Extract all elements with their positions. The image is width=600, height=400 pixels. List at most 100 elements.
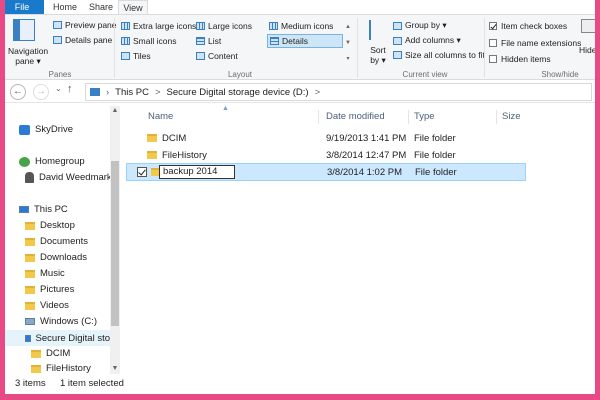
file-name-extensions-checkbox[interactable] <box>489 39 497 47</box>
forward-arrow-icon: → <box>36 86 46 97</box>
nav-item-label: FileHistory <box>46 363 91 374</box>
scroll-down-icon[interactable]: ▼ <box>110 364 120 374</box>
folder-icon <box>31 364 41 373</box>
add-columns-label: Add columns ▾ <box>405 35 461 45</box>
column-header-size[interactable]: Size <box>502 111 520 122</box>
column-divider[interactable] <box>318 110 319 124</box>
small-icons-button[interactable]: Small icons <box>121 36 176 46</box>
group-by-label: Group by ▾ <box>405 20 447 30</box>
hidden-items-toggle[interactable]: Hidden items <box>489 54 551 64</box>
file-name: DCIM <box>162 133 187 144</box>
folder-icon <box>25 253 35 262</box>
file-name-extensions-toggle[interactable]: File name extensions <box>489 38 581 48</box>
details-pane-icon <box>53 36 62 44</box>
large-icons-button[interactable]: Large icons <box>196 21 252 31</box>
large-icons-label: Large icons <box>208 21 252 31</box>
nav-item-windows-c[interactable]: Windows (C:) <box>25 316 97 327</box>
navigation-pane-button[interactable]: Navigation pane ▾ <box>8 46 48 66</box>
folder-icon <box>147 134 157 142</box>
extra-large-icons-icon <box>121 22 130 30</box>
layout-group-label: Layout <box>227 70 253 79</box>
add-columns-button[interactable]: Add columns ▾ <box>393 35 461 46</box>
back-button[interactable]: ← <box>10 84 26 100</box>
navigation-pane-icon[interactable] <box>13 19 35 41</box>
folder-icon <box>25 269 35 278</box>
sort-by-button[interactable]: Sort by ▾ <box>366 45 390 65</box>
tab-share[interactable]: Share <box>86 0 116 14</box>
add-columns-icon <box>393 36 402 45</box>
details-button[interactable]: Details <box>267 34 343 48</box>
scrollbar-thumb[interactable] <box>111 161 119 326</box>
nav-item-downloads[interactable]: Downloads <box>25 252 87 263</box>
column-divider[interactable] <box>408 110 409 124</box>
tab-home[interactable]: Home <box>50 0 80 14</box>
item-check-boxes-checkbox[interactable] <box>489 22 497 30</box>
medium-icons-button[interactable]: Medium icons <box>269 21 333 31</box>
layout-gallery-scroll[interactable]: ▲ ▼ ▾ <box>344 19 352 67</box>
nav-item-documents[interactable]: Documents <box>25 236 88 247</box>
address-row: ← → ⌄ ↑ › This PC > Secure Digital stora… <box>5 81 595 103</box>
extra-large-icons-label: Extra large icons <box>133 21 197 31</box>
hidden-items-label: Hidden items <box>501 54 551 64</box>
nav-item-videos[interactable]: Videos <box>25 300 69 311</box>
item-check-boxes-toggle[interactable]: Item check boxes <box>489 21 567 31</box>
address-bar[interactable]: › This PC > Secure Digital storage devic… <box>85 83 592 101</box>
hidden-items-checkbox[interactable] <box>489 55 497 63</box>
extra-large-icons-button[interactable]: Extra large icons <box>121 21 196 31</box>
forward-button[interactable]: → <box>33 84 49 100</box>
sort-icon[interactable] <box>369 20 385 40</box>
column-header-name[interactable]: Name <box>148 111 173 122</box>
column-header-type[interactable]: Type <box>414 111 435 122</box>
column-divider[interactable] <box>496 110 497 124</box>
list-button[interactable]: List <box>196 36 221 46</box>
tiles-button[interactable]: Tiles <box>121 51 151 61</box>
breadcrumb-this-pc[interactable]: This PC <box>115 87 149 98</box>
scroll-up-icon[interactable]: ▲ <box>110 106 120 116</box>
folder-icon <box>147 151 157 159</box>
nav-item-skydrive[interactable]: SkyDrive <box>19 124 73 135</box>
panes-group-label: Panes <box>48 70 72 79</box>
navigation-scrollbar[interactable]: ▲ ▼ <box>110 106 120 374</box>
nav-item-label: Pictures <box>40 284 75 295</box>
nav-item-music[interactable]: Music <box>25 268 65 279</box>
nav-item-homegroup[interactable]: Homegroup <box>19 156 85 167</box>
nav-item-dcim[interactable]: DCIM <box>31 348 70 359</box>
breadcrumb-separator[interactable]: > <box>315 87 321 98</box>
file-row[interactable]: DCIM 9/19/2013 1:41 PM File folder <box>126 130 595 147</box>
ribbon-tabs: File Home Share View <box>0 0 600 14</box>
breadcrumb-secure-digital[interactable]: Secure Digital storage device (D:) <box>167 87 309 98</box>
breadcrumb-separator[interactable]: > <box>155 87 161 98</box>
file-row-selected[interactable]: backup 2014 3/8/2014 1:02 PM File folder <box>126 163 526 181</box>
nav-item-label: DCIM <box>46 348 71 359</box>
up-arrow-icon[interactable]: ↑ <box>67 83 73 95</box>
small-icons-label: Small icons <box>133 36 177 46</box>
ribbon-separator <box>114 18 115 78</box>
column-header-date-modified[interactable]: Date modified <box>326 111 385 122</box>
current-view-group-label: Current view <box>402 70 448 79</box>
ribbon-separator <box>357 18 358 78</box>
file-type: File folder <box>414 150 456 161</box>
item-check-boxes-label: Item check boxes <box>501 21 568 31</box>
folder-icon <box>25 301 35 310</box>
content-button[interactable]: Content <box>196 51 238 61</box>
row-checkbox[interactable] <box>137 167 147 177</box>
list-icon <box>196 37 205 45</box>
nav-item-this-pc[interactable]: This PC <box>19 204 68 215</box>
size-all-columns-button[interactable]: Size all columns to fit <box>393 50 485 60</box>
nav-item-secure-digital[interactable]: Secure Digital sto <box>5 330 110 346</box>
preview-pane-button[interactable]: Preview pane <box>53 20 117 30</box>
group-by-button[interactable]: Group by ▾ <box>393 20 447 31</box>
file-row[interactable]: FileHistory 3/8/2014 12:47 PM File folde… <box>126 147 595 164</box>
rename-input[interactable]: backup 2014 <box>159 165 235 179</box>
sd-card-icon <box>25 334 31 342</box>
nav-item-desktop[interactable]: Desktop <box>25 220 75 231</box>
nav-item-user[interactable]: David Weedmark <box>25 172 112 183</box>
recent-locations-icon[interactable]: ⌄ <box>55 84 62 93</box>
nav-item-filehistory[interactable]: FileHistory <box>31 363 91 374</box>
details-pane-button[interactable]: Details pane <box>53 35 112 45</box>
tab-view[interactable]: View <box>118 0 148 14</box>
tab-file[interactable]: File <box>0 0 44 14</box>
nav-item-label: Secure Digital sto <box>35 332 110 344</box>
window-frame-bottom <box>0 394 600 400</box>
nav-item-pictures[interactable]: Pictures <box>25 284 74 295</box>
